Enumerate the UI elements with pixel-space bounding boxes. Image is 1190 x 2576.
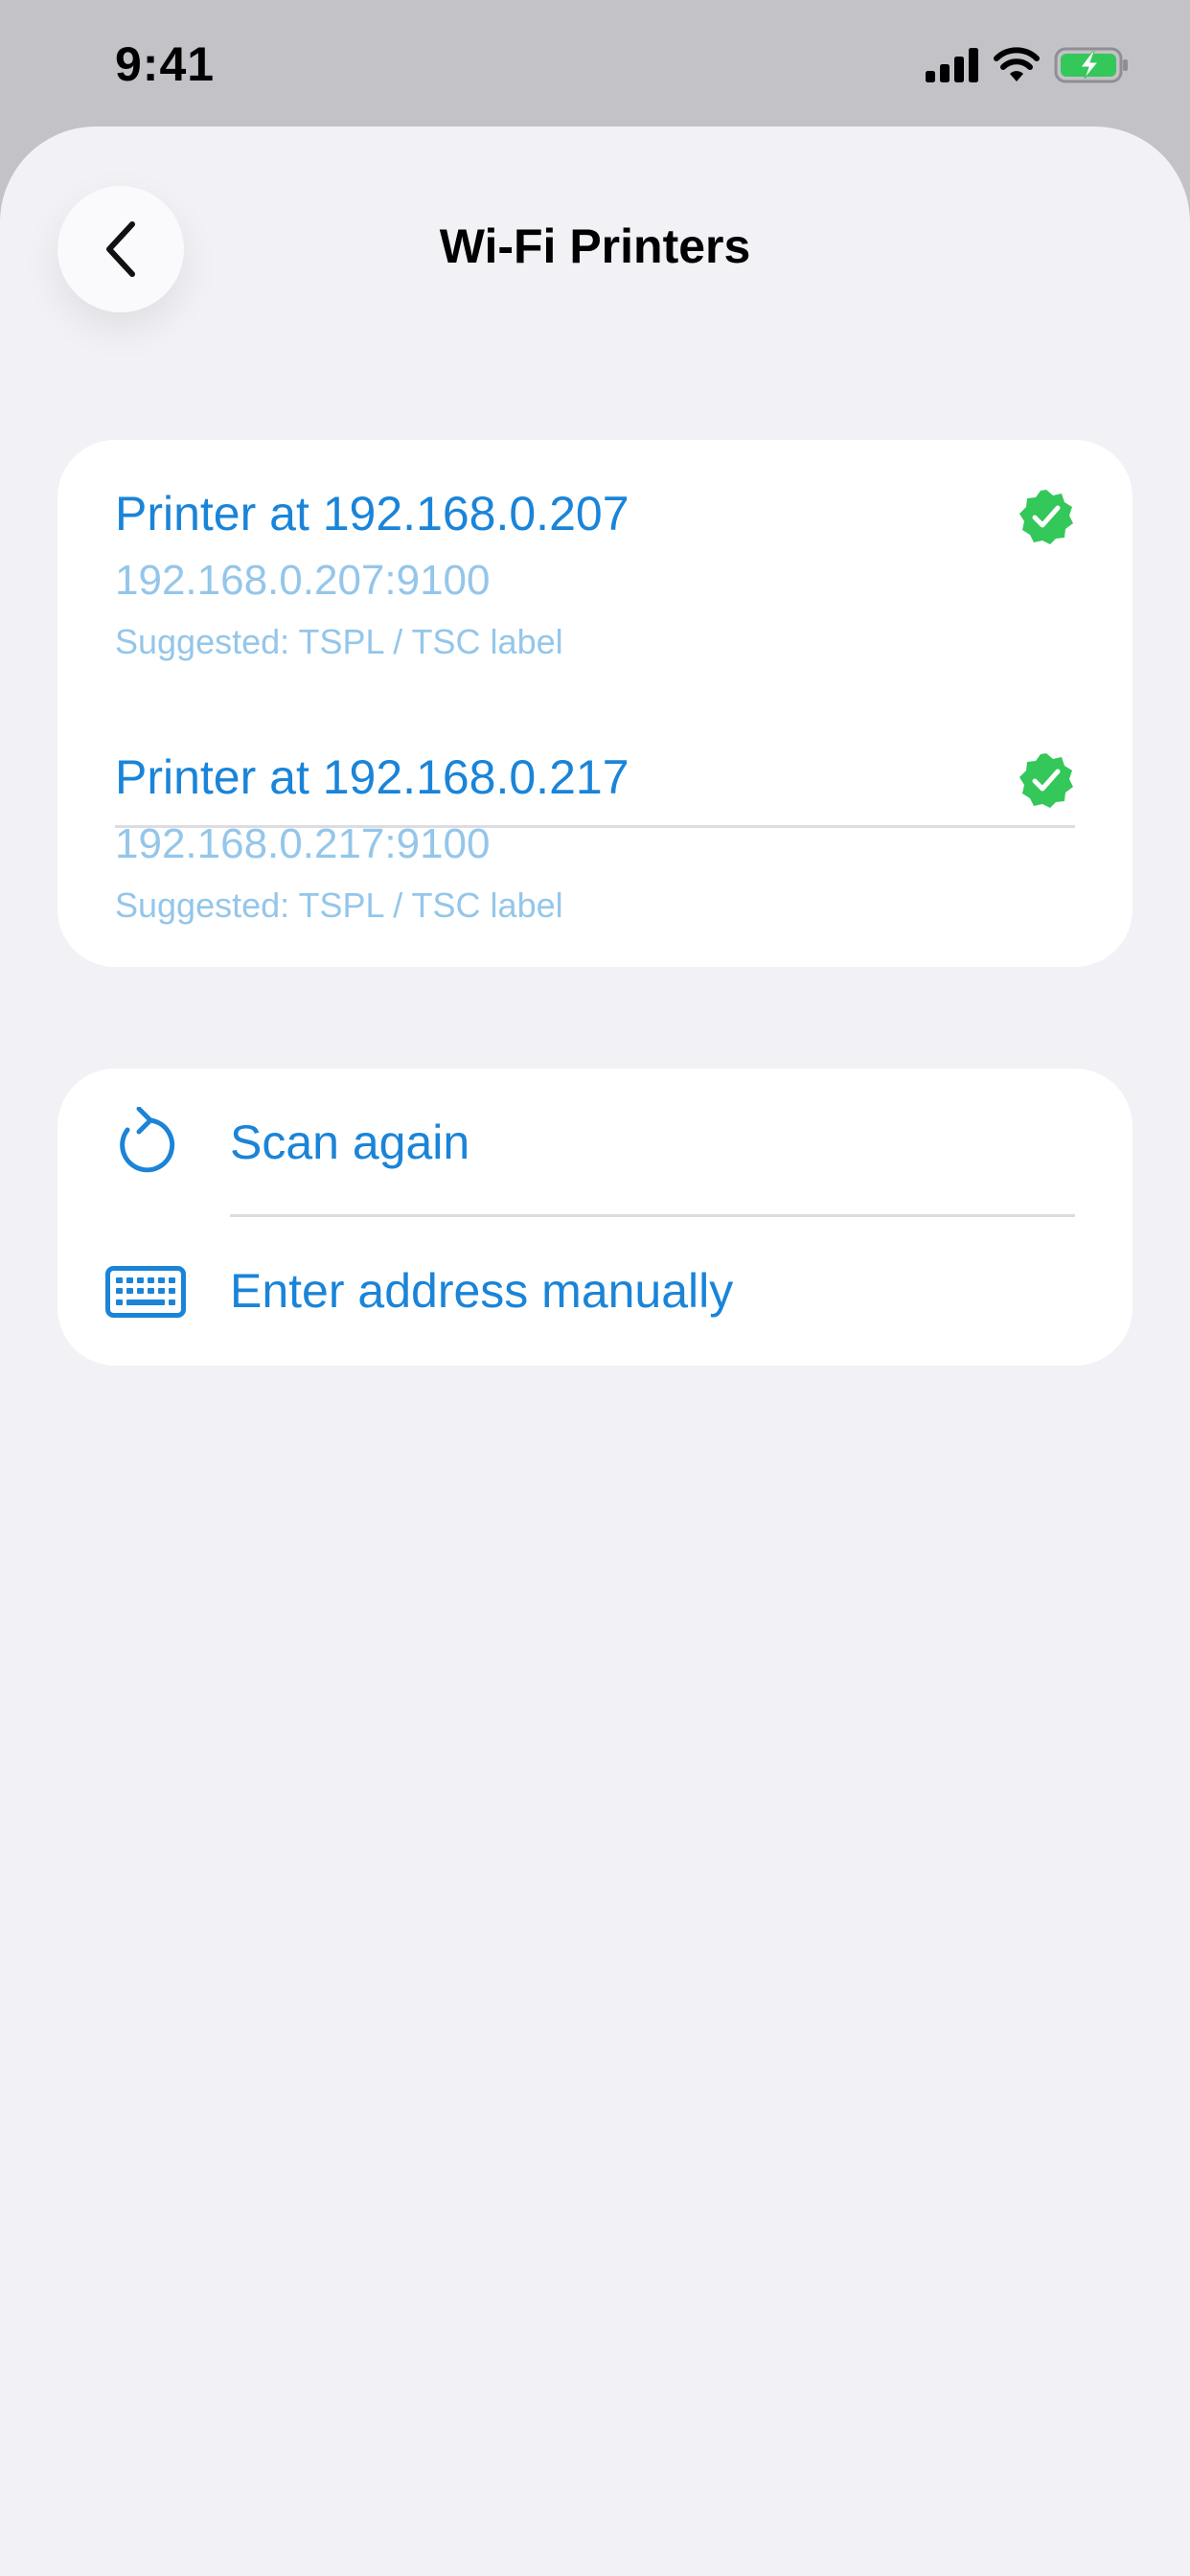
enter-address-manually-label: Enter address manually [230, 1264, 734, 1318]
printer-suggestion: Suggested: TSPL / TSC label [115, 622, 563, 661]
scan-again-label: Scan again [230, 1116, 470, 1169]
page-title: Wi-Fi Printers [439, 219, 751, 273]
status-time: 9:41 [115, 37, 216, 91]
sheet: Wi-Fi Printers Printer at 192.168.0.207 … [0, 126, 1190, 2576]
check-badge-icon [1019, 753, 1073, 808]
actions-list: Scan again Enter address manually [57, 1069, 1133, 1366]
printer-address: 192.168.0.217:9100 [115, 820, 491, 867]
battery-charging-icon [1054, 47, 1128, 83]
printer-name: Printer at 192.168.0.217 [115, 750, 629, 804]
printer-name: Printer at 192.168.0.207 [115, 487, 629, 540]
keyboard-icon [105, 1252, 186, 1332]
enter-address-manually-button[interactable]: Enter address manually [57, 1217, 1133, 1366]
scan-again-button[interactable]: Scan again [57, 1069, 1133, 1217]
screen: 9:41 Wi-Fi Printers Printer at 192.168.0… [0, 0, 1190, 2576]
check-badge-icon [1019, 490, 1073, 544]
printer-address: 192.168.0.207:9100 [115, 557, 491, 604]
status-icons [926, 44, 1131, 86]
printer-suggestion: Suggested: TSPL / TSC label [115, 886, 563, 925]
printers-list: Printer at 192.168.0.207 192.168.0.207:9… [57, 440, 1133, 967]
status-bar: 9:41 [0, 0, 1190, 126]
wifi-icon [994, 47, 1040, 81]
printer-row[interactable]: Printer at 192.168.0.207 192.168.0.207:9… [57, 440, 1133, 703]
printer-row[interactable]: Printer at 192.168.0.217 192.168.0.217:9… [57, 703, 1133, 967]
refresh-icon [105, 1103, 186, 1184]
cellular-signal-icon [926, 48, 978, 82]
